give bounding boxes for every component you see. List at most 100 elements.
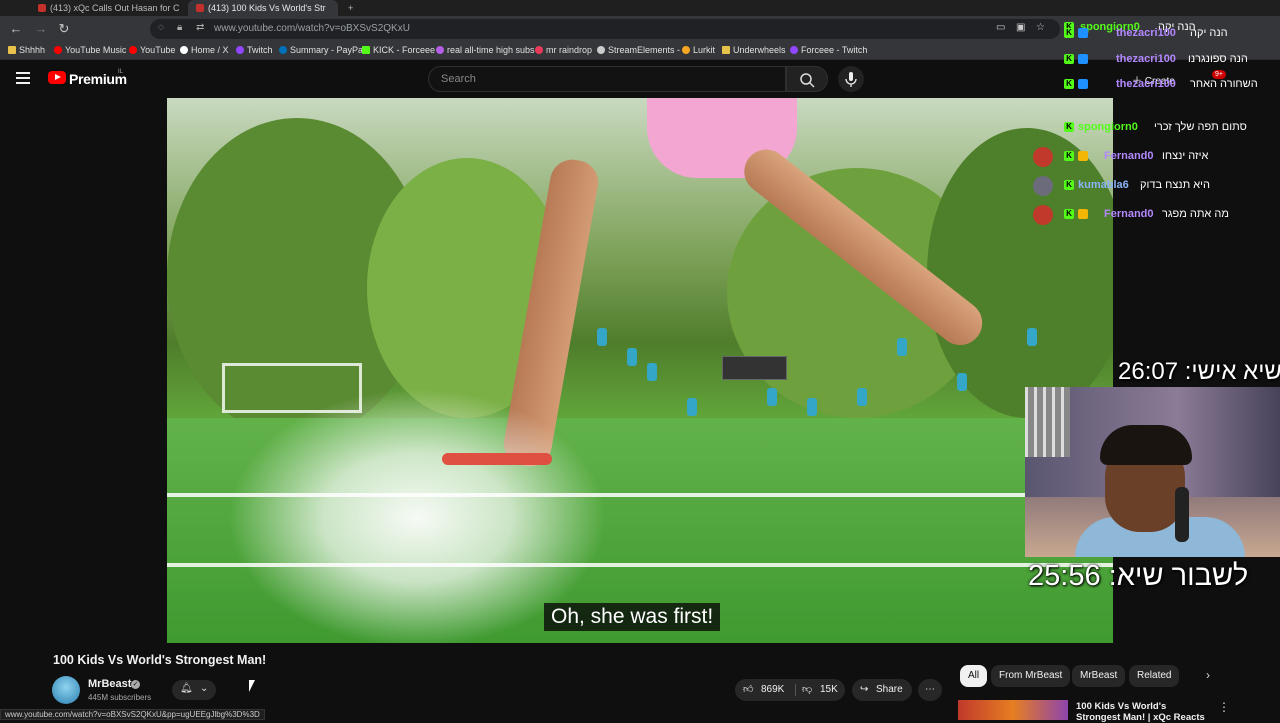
bookmark-item[interactable]: Shhhh [8,45,45,55]
bookmark-item[interactable]: Forceee - Twitch [790,45,867,55]
chip-all[interactable]: All [960,665,988,687]
browser-tabstrip: (413) xQc Calls Out Hasan for C (413) 10… [0,0,1280,16]
bookmark-item[interactable]: Home / X [180,45,229,55]
channel-name[interactable]: MrBeast [88,678,131,690]
chat-username: thezacri100 [1116,53,1176,65]
tab-label: (413) 100 Kids Vs World's Str [208,3,326,13]
search-button[interactable] [786,66,828,92]
bookmark-item[interactable]: YouTube [129,45,175,55]
chat-message: K Fernand0 איזה ינצחו [1030,145,1280,167]
bookmark-item[interactable]: real all-time high subs [436,45,535,55]
gifter-badge-icon [1078,209,1088,219]
voice-search-button[interactable] [838,66,864,92]
chat-username: Fernand0 [1104,208,1154,220]
back-icon[interactable]: ← [8,21,24,37]
kick-badge-icon: K [1064,28,1074,38]
chat-username: thezacri100 [1116,78,1176,90]
browser-tab-active[interactable]: (413) 100 Kids Vs World's Str [188,0,338,16]
chat-message: K spongiorn0 סתום תפה שלך זכרי [1030,116,1280,138]
x-icon [180,46,188,54]
chat-text: סתום תפה שלך זכרי [1154,121,1247,133]
bookmark-item[interactable]: Summary - PayPal [279,45,365,55]
channel-avatar[interactable] [52,676,80,704]
chat-message: K thezacri100 השחורה האחר [1030,73,1280,95]
new-tab-button[interactable]: + [340,0,356,16]
kick-badge-icon: K [1064,122,1074,132]
stream-chat-overlay: K spongiorn0 הנה יקה K thezacri100 הנה י… [1030,16,1280,231]
chat-message: K kumabla6 היא תנצח בדוק [1030,174,1280,196]
webcam-background [1025,387,1070,457]
youtube-music-icon [54,46,62,54]
runner [807,398,817,416]
cast-icon[interactable]: ▭ [996,22,1005,33]
scoreboard [722,356,787,380]
runner [857,388,867,406]
menu-icon[interactable] [16,72,30,84]
reload-icon[interactable]: ↻ [56,21,72,37]
runner [627,348,637,366]
recommendation-thumbnail[interactable] [958,700,1068,720]
kick-badge-icon: K [1064,151,1074,161]
mouse-cursor [249,680,255,692]
streamelements-icon [597,46,605,54]
search-input[interactable]: Search [428,66,786,92]
bookmark-item[interactable]: Underwheels [722,45,786,55]
chip-from-channel[interactable]: From MrBeast [991,665,1071,687]
chat-text: היא תנצח בדוק [1140,179,1210,191]
youtube-logo-icon[interactable] [48,71,66,84]
chart-icon [436,46,444,54]
chat-message: K Fernand0 מה אתה מפגר [1030,203,1280,225]
share-button[interactable]: ↪ Share [852,679,912,701]
kick-badge-icon: K [1064,180,1074,190]
notification-bell-button[interactable]: 🔔︎ ⌄ [172,680,216,700]
screenshot-icon[interactable]: ▣ [1016,22,1025,33]
runner [687,398,697,416]
shield-icon: ◌ [158,22,164,33]
chip-related[interactable]: Related [1129,665,1180,687]
subscriber-badge-icon [1078,28,1088,38]
like-count[interactable]: 869K [761,679,784,701]
share-icon: ↪ [860,684,869,695]
bookmark-item[interactable]: StreamElements - [597,45,680,55]
chevron-down-icon: ⌄ [200,683,209,694]
site-settings-icon[interactable]: ⇄ [196,22,204,33]
bookmark-item[interactable]: KICK - Forceee [362,45,435,55]
folder-icon [722,46,730,54]
runner [767,388,777,406]
video-player[interactable]: Oh, she was first! [167,98,1113,643]
more-actions-button[interactable]: ⋯ [918,679,942,701]
twitch-icon [790,46,798,54]
dislike-count[interactable]: 15K [820,679,838,701]
chat-text: הנה ספונגרנו [1188,53,1248,65]
chat-avatar [1033,176,1053,196]
chip-channel[interactable]: MrBeast [1072,665,1126,687]
gifter-badge-icon [1078,151,1088,161]
chat-username: Fernand0 [1104,150,1154,162]
runner [597,328,607,346]
thumbs-down-icon[interactable]: 👎︎ [802,679,812,701]
forward-icon[interactable]: → [33,21,49,37]
bell-icon: 🔔︎ [180,683,193,694]
bookmark-item[interactable]: Lurkit [682,45,715,55]
chat-text: הנה יקה [1190,27,1228,39]
more-icon: ⋯ [925,684,935,695]
tab-label: (413) xQc Calls Out Hasan for C [50,3,180,13]
chat-text: איזה ינצחו [1162,150,1209,162]
search-icon [800,73,815,88]
verified-icon: ✓ [131,680,140,689]
bookmark-item[interactable]: mr raindrop [535,45,592,55]
twitch-icon [236,46,244,54]
country-code: IL [118,69,124,75]
chevron-right-icon[interactable]: › [1206,668,1210,682]
lock-icon[interactable]: 🔒︎ [177,22,182,33]
chat-username: thezacri100 [1116,27,1176,39]
runner [647,363,657,381]
thumbs-up-icon[interactable]: 👍︎ [743,679,753,701]
url-text: www.youtube.com/watch?v=oBXSvS2QKxU [214,23,410,34]
bookmark-item[interactable]: Twitch [236,45,273,55]
divider [795,684,796,696]
bookmark-item[interactable]: YouTube Music [54,45,126,55]
address-bar[interactable]: ◌ 🔒︎ ⇄ www.youtube.com/watch?v=oBXSvS2QK… [150,19,1060,39]
more-vert-icon[interactable]: ⋮ [1218,700,1230,714]
browser-tab[interactable]: (413) xQc Calls Out Hasan for C [30,0,180,16]
